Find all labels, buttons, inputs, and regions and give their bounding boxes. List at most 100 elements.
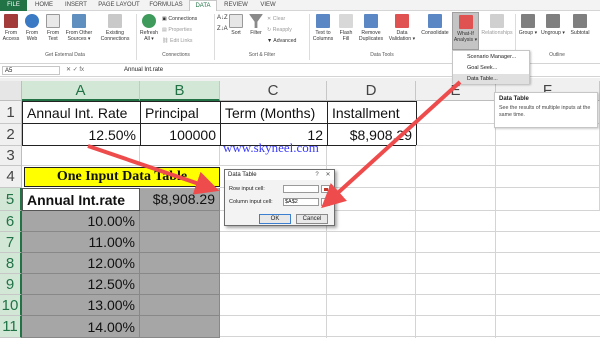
cell-b7[interactable] [140, 232, 220, 253]
tab-home[interactable]: HOME [30, 0, 58, 11]
row-input-cell-field[interactable] [283, 185, 319, 193]
cell-f5[interactable] [496, 188, 600, 211]
cell-a7[interactable]: 11.00% [22, 232, 140, 253]
sort-az-icon[interactable]: A↓Z [217, 15, 228, 21]
tab-file[interactable]: FILE [0, 0, 27, 11]
ungroup-button[interactable]: Ungroup ▾ [541, 14, 565, 36]
tab-page-layout[interactable]: PAGE LAYOUT [95, 0, 143, 11]
row-range-picker-icon[interactable] [321, 185, 330, 193]
dialog-close-icon[interactable]: ✕ [324, 171, 332, 179]
cell-a4-merged-title[interactable]: One Input Data Table [24, 167, 220, 187]
cell-b10[interactable] [140, 295, 220, 316]
from-other-sources-button[interactable]: From Other Sources ▾ [64, 14, 94, 42]
name-box[interactable]: A5 [2, 66, 60, 75]
from-text-button[interactable]: From Text [43, 14, 63, 42]
cell-d4[interactable] [327, 166, 416, 188]
cell-e1[interactable] [416, 101, 496, 124]
reapply-button[interactable]: ↻ Reapply [267, 27, 292, 33]
cell-b5[interactable]: $8,908.29 [140, 188, 220, 211]
filter-button[interactable]: Filter [247, 14, 265, 36]
what-if-analysis-label: What-If Analysis ▾ [453, 31, 478, 43]
column-header-c[interactable]: C [220, 81, 327, 101]
advanced-button[interactable]: ▼ Advanced [267, 38, 296, 44]
row-header-8[interactable]: 8 [0, 253, 22, 274]
row-header-2[interactable]: 2 [0, 124, 22, 146]
cell-e2[interactable] [416, 124, 496, 146]
cell-a10[interactable]: 13.00% [22, 295, 140, 316]
relationships-button[interactable]: Relationships [481, 14, 513, 36]
cell-b9[interactable] [140, 274, 220, 295]
group-button[interactable]: Group ▾ [517, 14, 539, 36]
ok-button[interactable]: OK [259, 214, 291, 224]
cell-e3[interactable] [416, 146, 496, 166]
row-header-9[interactable]: 9 [0, 274, 22, 295]
row-header-7[interactable]: 7 [0, 232, 22, 253]
dialog-help-icon[interactable]: ? [313, 171, 321, 179]
menu-item-data-table[interactable]: Data Table... [453, 74, 529, 84]
clear-button[interactable]: ✕ Clear [267, 16, 285, 22]
cell-b11[interactable] [140, 316, 220, 338]
data-validation-button[interactable]: Data Validation ▾ [386, 14, 418, 42]
row-header-4[interactable]: 4 [0, 166, 22, 188]
subtotal-button[interactable]: Subtotal [567, 14, 593, 36]
cell-b3[interactable] [140, 146, 220, 166]
consolidate-button[interactable]: Consolidate [419, 14, 451, 36]
tab-view[interactable]: VIEW [255, 0, 281, 11]
row-header-10[interactable]: 10 [0, 295, 22, 316]
cell-f3[interactable] [496, 146, 600, 166]
cell-a11[interactable]: 14.00% [22, 316, 140, 338]
cell-e4[interactable] [416, 166, 496, 188]
row-header-1[interactable]: 1 [0, 101, 22, 124]
cell-d1[interactable]: Installment [327, 101, 417, 124]
tab-review[interactable]: REVIEW [220, 0, 252, 11]
formula-bar-controls[interactable]: ✕ ✓ fx [66, 65, 84, 76]
sort-za-icon[interactable]: Z↓A [217, 26, 228, 32]
tab-formulas[interactable]: FORMULAS [146, 0, 186, 11]
what-if-analysis-button[interactable]: What-If Analysis ▾ [452, 12, 479, 50]
column-header-d[interactable]: D [327, 81, 416, 101]
remove-duplicates-button[interactable]: Remove Duplicates [357, 14, 385, 42]
cell-b6[interactable] [140, 211, 220, 232]
tab-insert[interactable]: INSERT [60, 0, 92, 11]
column-header-e[interactable]: E [416, 81, 496, 101]
cell-f4[interactable] [496, 166, 600, 188]
cell-a3[interactable] [22, 146, 140, 166]
properties-button[interactable]: ▤ Properties [162, 27, 192, 33]
cell-a2[interactable]: 12.50% [22, 123, 141, 146]
cell-d3[interactable] [327, 146, 416, 166]
cell-a6[interactable]: 10.00% [22, 211, 140, 232]
cell-b2[interactable]: 100000 [140, 123, 221, 146]
cell-a8[interactable]: 12.00% [22, 253, 140, 274]
menu-item-scenario-manager[interactable]: Scenario Manager... [453, 52, 529, 62]
connections-button[interactable]: ▣ Connections [162, 16, 197, 22]
from-web-button[interactable]: From Web [22, 14, 42, 42]
cell-a1[interactable]: Annaul Int. Rate [22, 101, 141, 124]
cell-b8[interactable] [140, 253, 220, 274]
cell-d2[interactable]: $8,908.29 [327, 123, 417, 146]
edit-links-button[interactable]: ⛓ Edit Links [162, 38, 193, 44]
column-range-picker-icon[interactable] [321, 198, 330, 206]
cell-c1[interactable]: Term (Months) [220, 101, 328, 124]
menu-item-goal-seek[interactable]: Goal Seek... [453, 63, 529, 73]
select-all-corner[interactable] [0, 81, 22, 101]
empty-cells-region[interactable] [220, 211, 600, 338]
column-header-a[interactable]: A [22, 81, 140, 101]
refresh-all-button[interactable]: Refresh All ▾ [138, 14, 160, 42]
row-header-6[interactable]: 6 [0, 211, 22, 232]
cell-a5[interactable]: Annual Int.rate [22, 188, 140, 211]
column-input-cell-field[interactable]: $A$2 [283, 198, 319, 206]
flash-fill-button[interactable]: Flash Fill [337, 14, 355, 42]
cell-e5[interactable] [416, 188, 496, 211]
existing-connections-button[interactable]: Existing Connections [97, 14, 133, 42]
row-header-11[interactable]: 11 [0, 316, 22, 338]
row-header-3[interactable]: 3 [0, 146, 22, 166]
cell-a9[interactable]: 12.50% [22, 274, 140, 295]
from-access-button[interactable]: From Access [1, 14, 21, 42]
cell-b1[interactable]: Principal [140, 101, 221, 124]
row-header-5[interactable]: 5 [0, 188, 22, 211]
cell-d5[interactable] [327, 188, 416, 211]
column-header-b[interactable]: B [140, 81, 220, 101]
text-to-columns-button[interactable]: Text to Columns [311, 14, 335, 42]
cancel-button[interactable]: Cancel [296, 214, 328, 224]
sort-button[interactable]: Sort [228, 14, 244, 36]
